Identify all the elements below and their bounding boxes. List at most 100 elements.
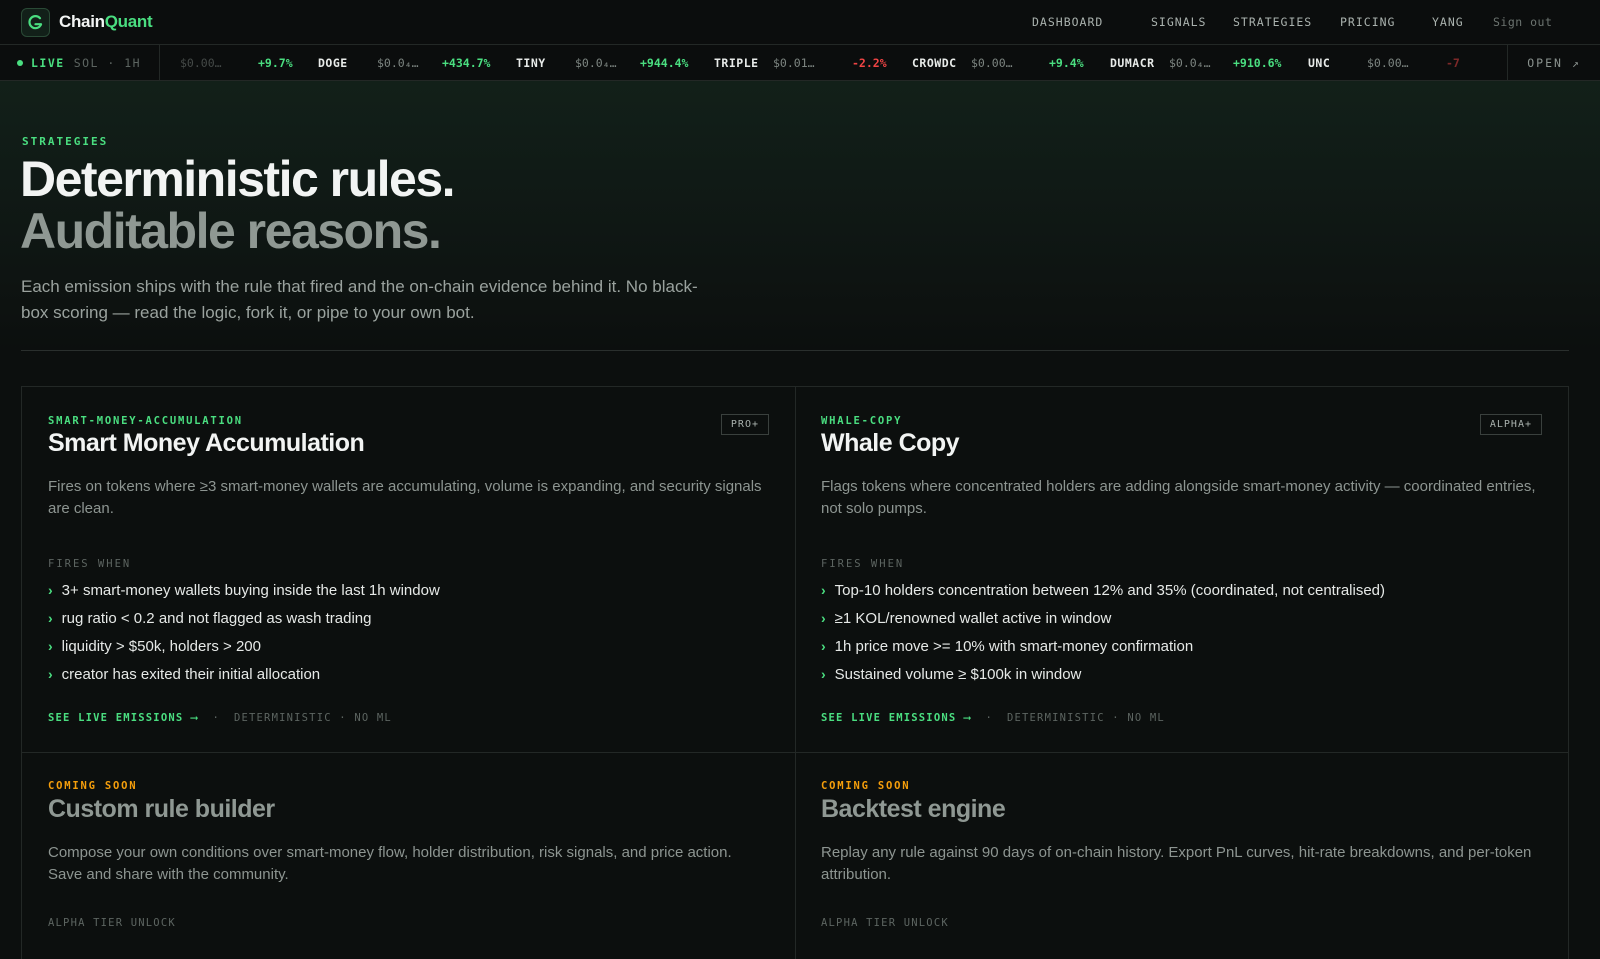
feature-description: Compose your own conditions over smart-m… xyxy=(48,844,732,883)
brand-name: ChainQuant xyxy=(59,12,153,32)
strategy-card: SMART-MONEY-ACCUMULATION PRO+ Smart Mone… xyxy=(22,387,795,752)
chevron-right-icon: › xyxy=(48,582,53,598)
card-footer: SEE LIVE EMISSIONS ⟶ · DETERMINISTIC · N… xyxy=(821,712,1165,724)
ticker-price: $0.0₄… xyxy=(1169,55,1211,70)
ticker-meta: SOL · 1H xyxy=(73,55,142,70)
strategy-meta: DETERMINISTIC · NO ML xyxy=(1006,712,1165,724)
separator-dot: · xyxy=(985,712,993,724)
rule-item: › rug ratio < 0.2 and not flagged as wash… xyxy=(48,610,371,627)
ticker-open-button[interactable]: OPEN ↗ xyxy=(1507,44,1600,81)
feature-title: Custom rule builder xyxy=(48,795,275,823)
logo-icon xyxy=(21,7,50,37)
rule-text: Top-10 holders concentration between 12%… xyxy=(834,582,1386,599)
page-title: Deterministic rules. Auditable reasons. xyxy=(20,151,456,259)
user-name[interactable]: YANG xyxy=(1432,15,1464,29)
rule-item: › liquidity > $50k, holders > 200 xyxy=(48,638,261,655)
unlock-tier-label: ALPHA TIER UNLOCK xyxy=(821,917,949,929)
nav-dashboard[interactable]: DASHBOARD xyxy=(1032,15,1103,29)
rule-text: Sustained volume ≥ $100k in window xyxy=(834,666,1082,683)
ticker-change: +910.6% xyxy=(1233,55,1282,70)
strategy-grid: SMART-MONEY-ACCUMULATION PRO+ Smart Mone… xyxy=(21,386,1569,959)
ticker-symbol[interactable]: TINY xyxy=(516,56,546,70)
strategy-id: SMART-MONEY-ACCUMULATION xyxy=(48,415,243,427)
tier-badge: ALPHA+ xyxy=(1479,414,1542,435)
ticker-change: +9.4% xyxy=(1049,55,1084,70)
top-nav: ChainQuant DASHBOARD SIGNALS STRATEGIES … xyxy=(0,0,1600,45)
chevron-right-icon: › xyxy=(48,666,53,682)
rule-item: › 1h price move >= 10% with smart-money c… xyxy=(821,638,1193,655)
see-live-emissions-link[interactable]: SEE LIVE EMISSIONS ⟶ xyxy=(48,712,198,724)
ticker-price: $0.00… xyxy=(1367,55,1409,70)
ticker-change: +944.4% xyxy=(640,55,689,70)
fires-when-label: FIRES WHEN xyxy=(48,558,132,570)
ticker-track: $0.00… +9.7% DOGE $0.0₄… +434.7% TINY $0… xyxy=(160,45,1507,81)
chevron-right-icon: › xyxy=(821,582,826,598)
rule-text: ≥1 KOL/renowned wallet active in window xyxy=(834,610,1112,627)
brand-name-part2: Quant xyxy=(104,12,153,31)
chevron-right-icon: › xyxy=(821,610,826,626)
ticker-symbol[interactable]: CROWDC xyxy=(912,56,957,70)
rule-text: rug ratio < 0.2 and not flagged as wash … xyxy=(61,610,372,627)
headline-line1: Deterministic rules. xyxy=(20,151,456,207)
chevron-right-icon: › xyxy=(48,610,53,626)
rule-text: 3+ smart-money wallets buying inside the… xyxy=(61,582,440,599)
tier-badge: PRO+ xyxy=(720,414,769,435)
strategy-title: Smart Money Accumulation xyxy=(48,429,365,457)
chevron-right-icon: › xyxy=(821,638,826,654)
ticker-symbol[interactable]: DUMACR xyxy=(1110,56,1155,70)
strategy-description: Flags tokens where concentrated holders … xyxy=(821,478,1536,517)
rule-text: liquidity > $50k, holders > 200 xyxy=(61,638,261,655)
feature-title: Backtest engine xyxy=(821,795,1006,823)
ticker-change: +9.7% xyxy=(258,55,293,70)
strategy-description: Fires on tokens where ≥3 smart-money wal… xyxy=(48,478,762,517)
ticker-symbol[interactable]: TRIPLE xyxy=(714,56,759,70)
signout-link[interactable]: Sign out xyxy=(1493,15,1552,29)
live-dot-icon xyxy=(17,59,23,66)
card-footer: SEE LIVE EMISSIONS ⟶ · DETERMINISTIC · N… xyxy=(48,712,392,724)
rule-item: › creator has exited their initial alloca… xyxy=(48,666,320,683)
coming-soon-label: COMING SOON xyxy=(821,780,911,792)
rule-item: › 3+ smart-money wallets buying inside th… xyxy=(48,582,440,599)
coming-soon-card: COMING SOON Backtest engine Replay any r… xyxy=(795,753,1568,959)
rule-item: › Sustained volume ≥ $100k in window xyxy=(821,666,1081,683)
live-label: LIVE xyxy=(31,55,65,70)
brand-name-part1: Chain xyxy=(59,12,105,31)
ticker-price: $0.01… xyxy=(773,55,815,70)
ticker-symbol[interactable]: DOGE xyxy=(318,56,348,70)
logo[interactable]: ChainQuant xyxy=(21,7,153,37)
rule-text: creator has exited their initial allocat… xyxy=(61,666,321,683)
nav-pricing[interactable]: PRICING xyxy=(1340,15,1395,29)
section-eyebrow: STRATEGIES xyxy=(22,135,109,148)
nav-signals[interactable]: SIGNALS xyxy=(1151,15,1206,29)
strategy-title: Whale Copy xyxy=(821,429,960,457)
ticker-price: $0.0₄… xyxy=(377,55,419,70)
see-live-emissions-link[interactable]: SEE LIVE EMISSIONS ⟶ xyxy=(821,712,971,724)
divider xyxy=(21,350,1569,351)
chevron-right-icon: › xyxy=(48,638,53,654)
separator-dot: · xyxy=(212,712,220,724)
ticker-change: +434.7% xyxy=(442,55,491,70)
strategy-card: WHALE-COPY ALPHA+ Whale Copy Flags token… xyxy=(795,387,1568,752)
fires-when-label: FIRES WHEN xyxy=(821,558,905,570)
feature-description: Replay any rule against 90 days of on-ch… xyxy=(821,844,1532,883)
ticker-change: -7 xyxy=(1446,55,1460,70)
ticker-symbol[interactable]: UNC xyxy=(1308,56,1330,70)
strategy-id: WHALE-COPY xyxy=(821,415,903,427)
ticker-price: $0.00… xyxy=(180,55,222,70)
ticker-price: $0.0₄… xyxy=(575,55,617,70)
unlock-tier-label: ALPHA TIER UNLOCK xyxy=(48,917,176,929)
page-subtitle: Each emission ships with the rule that f… xyxy=(21,277,698,322)
nav-strategies[interactable]: STRATEGIES xyxy=(1233,15,1312,29)
chevron-right-icon: › xyxy=(821,666,826,682)
ticker-price: $0.00… xyxy=(971,55,1013,70)
live-indicator: LIVE SOL · 1H xyxy=(0,44,160,81)
coming-soon-card: COMING SOON Custom rule builder Compose … xyxy=(22,753,795,959)
rule-item: › Top-10 holders concentration between 12… xyxy=(821,582,1385,599)
strategy-meta: DETERMINISTIC · NO ML xyxy=(233,712,392,724)
rule-item: › ≥1 KOL/renowned wallet active in window xyxy=(821,610,1111,627)
price-ticker: LIVE SOL · 1H $0.00… +9.7% DOGE $0.0₄… +… xyxy=(0,44,1600,81)
headline-line2: Auditable reasons. xyxy=(20,203,442,259)
rule-text: 1h price move >= 10% with smart-money co… xyxy=(834,638,1194,655)
ticker-change: -2.2% xyxy=(852,55,887,70)
coming-soon-label: COMING SOON xyxy=(48,780,138,792)
